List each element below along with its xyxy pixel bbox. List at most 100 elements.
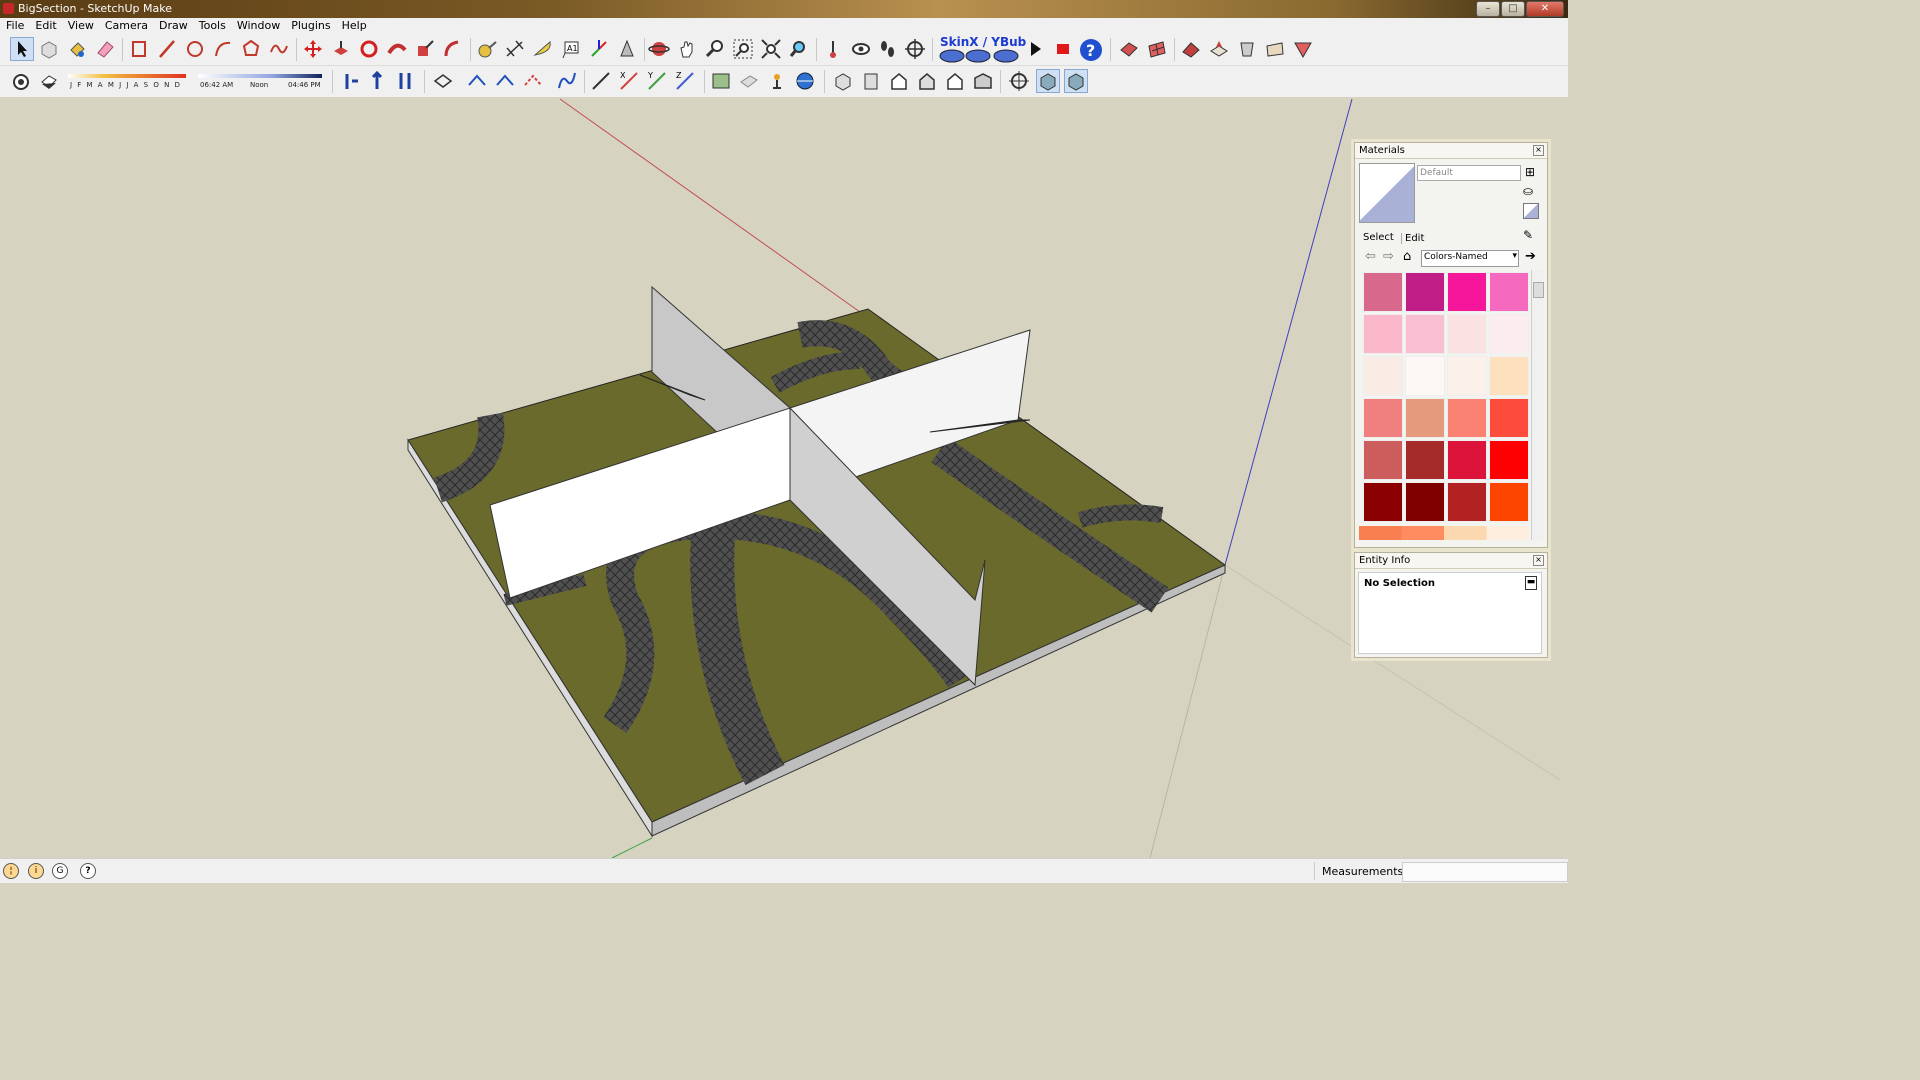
polygon-tool-icon[interactable] xyxy=(240,38,262,60)
geo-location-icon[interactable] xyxy=(766,70,788,92)
menu-file[interactable]: File xyxy=(0,18,29,32)
shadow-time-slider[interactable]: 06:42 AM Noon 04:46 PM xyxy=(198,72,324,92)
library-dropdown[interactable]: Colors-Named ▾ xyxy=(1421,250,1519,267)
tape-measure-icon[interactable] xyxy=(476,38,498,60)
menu-plugins[interactable]: Plugins xyxy=(285,18,335,32)
view-left-icon[interactable] xyxy=(972,70,994,92)
default-material-icon[interactable] xyxy=(1523,203,1539,219)
zoom-tool-icon[interactable] xyxy=(704,38,726,60)
play-icon[interactable] xyxy=(1024,38,1046,60)
axis-x-icon[interactable]: X xyxy=(618,70,640,92)
offset-tool-icon[interactable] xyxy=(442,38,464,60)
line-tool-icon[interactable] xyxy=(156,38,178,60)
credits-status-icon[interactable]: i xyxy=(28,863,44,879)
menu-window[interactable]: Window xyxy=(231,18,285,32)
protractor-icon[interactable] xyxy=(532,38,554,60)
entity-info-close-icon[interactable]: × xyxy=(1533,555,1544,566)
3d-text-icon[interactable] xyxy=(616,38,638,60)
dimension-tool-icon[interactable] xyxy=(504,38,526,60)
measurements-field[interactable] xyxy=(1402,862,1568,882)
previous-view-icon[interactable] xyxy=(788,38,810,60)
details-arrow-icon[interactable]: ➔ xyxy=(1525,249,1536,264)
material-swatch[interactable] xyxy=(1363,314,1403,354)
menu-view[interactable]: View xyxy=(62,18,99,32)
select-tool-icon[interactable] xyxy=(10,37,34,61)
shadow-month-slider[interactable]: J F M A M J J A S O N D xyxy=(68,72,188,92)
shadow-settings-icon[interactable] xyxy=(10,70,32,92)
menu-draw[interactable]: Draw xyxy=(153,18,193,32)
material-swatch[interactable] xyxy=(1489,314,1529,354)
axes-tool-icon[interactable] xyxy=(588,38,610,60)
move-tool-icon[interactable] xyxy=(302,38,324,60)
draw-line-icon[interactable] xyxy=(590,70,612,92)
freehand-tool-icon[interactable] xyxy=(268,38,290,60)
view-back-icon[interactable] xyxy=(944,70,966,92)
material-swatch[interactable] xyxy=(1447,398,1487,438)
push-pull-icon[interactable] xyxy=(330,38,352,60)
globe-icon[interactable] xyxy=(794,70,816,92)
tool-curve-c-icon[interactable] xyxy=(522,70,544,92)
arc-tool-icon[interactable] xyxy=(212,38,234,60)
material-swatch[interactable] xyxy=(1489,482,1529,522)
walk-tool-icon[interactable] xyxy=(876,38,898,60)
menu-camera[interactable]: Camera xyxy=(99,18,153,32)
zoom-window-icon[interactable] xyxy=(732,38,754,60)
create-material-icon[interactable]: ⊞ xyxy=(1523,165,1537,179)
board-model[interactable] xyxy=(407,285,1226,838)
view-top-icon[interactable] xyxy=(860,70,882,92)
bezier-curve-icon[interactable] xyxy=(556,70,578,92)
axis-y-icon[interactable]: Y xyxy=(646,70,668,92)
smoove-icon[interactable] xyxy=(1180,38,1202,60)
photo-texture-icon[interactable] xyxy=(738,70,760,92)
material-swatch[interactable] xyxy=(1447,314,1487,354)
help-question-icon[interactable]: ? xyxy=(1078,38,1102,61)
follow-me-icon[interactable] xyxy=(386,38,408,60)
map-icon[interactable] xyxy=(710,70,732,92)
tool-flip-icon[interactable] xyxy=(432,70,454,92)
position-camera-icon[interactable] xyxy=(822,38,844,60)
stop-icon[interactable] xyxy=(1052,38,1074,60)
material-swatch[interactable] xyxy=(1489,440,1529,480)
view-right-icon[interactable] xyxy=(916,70,938,92)
paint-bucket-icon[interactable] xyxy=(66,38,88,60)
eraser-icon[interactable] xyxy=(94,38,116,60)
view-iso-icon[interactable] xyxy=(832,70,854,92)
scale-tool-icon[interactable] xyxy=(414,38,436,60)
section-fill-icon[interactable] xyxy=(1064,69,1088,93)
close-button[interactable]: ✕ xyxy=(1526,1,1564,17)
material-swatch[interactable] xyxy=(1447,356,1487,396)
menu-edit[interactable]: Edit xyxy=(29,18,61,32)
material-swatch[interactable] xyxy=(1363,272,1403,312)
material-swatch[interactable] xyxy=(1447,440,1487,480)
flip-edge-icon[interactable] xyxy=(1292,38,1314,60)
material-name-field[interactable] xyxy=(1417,165,1521,181)
material-swatch[interactable] xyxy=(1405,398,1445,438)
tab-edit[interactable]: Edit xyxy=(1401,233,1424,244)
tool-blue-up-icon[interactable] xyxy=(366,70,388,92)
sandbox-from-contours-icon[interactable] xyxy=(1118,38,1140,60)
view-front-icon[interactable] xyxy=(888,70,910,92)
material-swatch[interactable] xyxy=(1363,356,1403,396)
drape-icon[interactable] xyxy=(1236,38,1258,60)
home-icon[interactable]: ⌂ xyxy=(1403,249,1411,264)
skinx-ybub-plugin[interactable]: SkinX / YBub xyxy=(938,35,1026,64)
tab-select[interactable]: Select xyxy=(1363,232,1394,243)
material-swatch[interactable] xyxy=(1405,272,1445,312)
tool-curve-a-icon[interactable] xyxy=(466,70,488,92)
tool-blue-double-icon[interactable] xyxy=(394,70,416,92)
user-status-icon[interactable]: G xyxy=(52,863,68,879)
make-component-icon[interactable] xyxy=(38,38,60,60)
swatch-scrollbar[interactable] xyxy=(1531,270,1544,540)
section-display-icon[interactable] xyxy=(1008,70,1030,92)
rectangle-tool-icon[interactable] xyxy=(128,38,150,60)
material-swatch[interactable] xyxy=(1447,482,1487,522)
circle-tool-icon[interactable] xyxy=(184,38,206,60)
zoom-extents-icon[interactable] xyxy=(760,38,782,60)
material-swatch[interactable] xyxy=(1405,482,1445,522)
look-around-icon[interactable] xyxy=(850,38,872,60)
axis-z-icon[interactable]: Z xyxy=(674,70,696,92)
maximize-button[interactable]: □ xyxy=(1501,1,1525,17)
tool-curve-b-icon[interactable] xyxy=(494,70,516,92)
sample-paint-icon[interactable]: ⛀ xyxy=(1523,184,1537,198)
add-detail-icon[interactable] xyxy=(1264,38,1286,60)
